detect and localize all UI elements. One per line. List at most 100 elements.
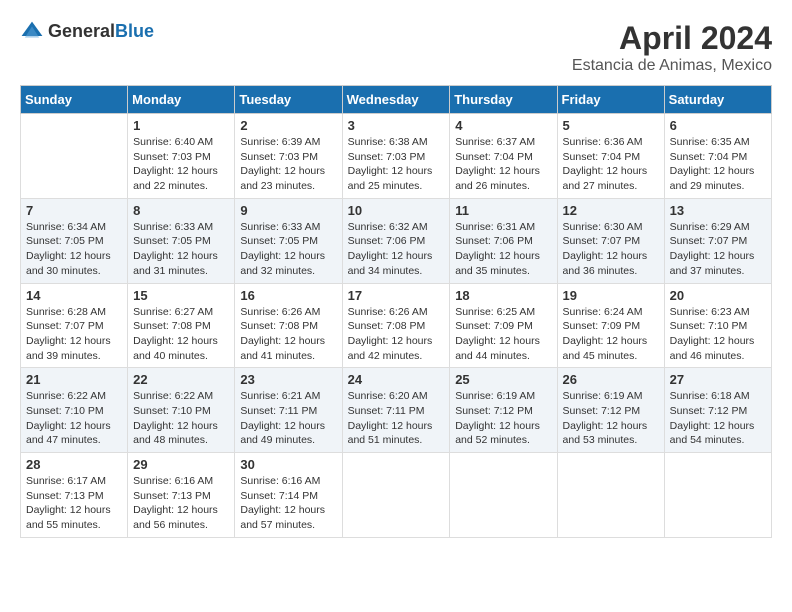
day-number: 16 <box>240 288 336 303</box>
day-info: Sunrise: 6:37 AMSunset: 7:04 PMDaylight:… <box>455 135 551 194</box>
calendar-cell: 29 Sunrise: 6:16 AMSunset: 7:13 PMDayligh… <box>128 453 235 538</box>
day-info: Sunrise: 6:36 AMSunset: 7:04 PMDaylight:… <box>563 135 659 194</box>
calendar-cell: 11Sunrise: 6:31 AMSunset: 7:06 PMDayligh… <box>450 198 557 283</box>
day-info: Sunrise: 6:39 AMSunset: 7:03 PMDaylight:… <box>240 135 336 194</box>
calendar-header-row: SundayMondayTuesdayWednesdayThursdayFrid… <box>21 86 772 114</box>
day-number: 15 <box>133 288 229 303</box>
calendar-cell: 4 Sunrise: 6:37 AMSunset: 7:04 PMDaylight… <box>450 114 557 199</box>
day-info: Sunrise: 6:29 AMSunset: 7:07 PMDaylight:… <box>670 220 766 279</box>
day-number: 4 <box>455 118 551 133</box>
day-info: Sunrise: 6:30 AMSunset: 7:07 PMDaylight:… <box>563 220 659 279</box>
calendar-cell: 30 Sunrise: 6:16 AMSunset: 7:14 PMDayligh… <box>235 453 342 538</box>
day-info: Sunrise: 6:40 AMSunset: 7:03 PMDaylight:… <box>133 135 229 194</box>
day-number: 10 <box>348 203 445 218</box>
day-info: Sunrise: 6:31 AMSunset: 7:06 PMDaylight:… <box>455 220 551 279</box>
calendar-week-row: 7 Sunrise: 6:34 AMSunset: 7:05 PMDaylight… <box>21 198 772 283</box>
day-info: Sunrise: 6:21 AMSunset: 7:11 PMDaylight:… <box>240 389 336 448</box>
calendar-cell: 1 Sunrise: 6:40 AMSunset: 7:03 PMDaylight… <box>128 114 235 199</box>
calendar-cell <box>342 453 450 538</box>
calendar-table: SundayMondayTuesdayWednesdayThursdayFrid… <box>20 85 772 538</box>
day-number: 1 <box>133 118 229 133</box>
calendar-cell: 15 Sunrise: 6:27 AMSunset: 7:08 PMDayligh… <box>128 283 235 368</box>
logo-icon <box>20 20 44 44</box>
logo-text-blue: Blue <box>115 21 154 41</box>
day-info: Sunrise: 6:34 AMSunset: 7:05 PMDaylight:… <box>26 220 122 279</box>
day-number: 30 <box>240 457 336 472</box>
calendar-cell: 18Sunrise: 6:25 AMSunset: 7:09 PMDayligh… <box>450 283 557 368</box>
day-info: Sunrise: 6:23 AMSunset: 7:10 PMDaylight:… <box>670 305 766 364</box>
calendar-cell: 3 Sunrise: 6:38 AMSunset: 7:03 PMDaylight… <box>342 114 450 199</box>
day-number: 27 <box>670 372 766 387</box>
day-number: 12 <box>563 203 659 218</box>
calendar-header-friday: Friday <box>557 86 664 114</box>
day-number: 17 <box>348 288 445 303</box>
day-number: 7 <box>26 203 122 218</box>
day-number: 28 <box>26 457 122 472</box>
calendar-week-row: 1 Sunrise: 6:40 AMSunset: 7:03 PMDaylight… <box>21 114 772 199</box>
calendar-week-row: 21 Sunrise: 6:22 AMSunset: 7:10 PMDayligh… <box>21 368 772 453</box>
day-info: Sunrise: 6:22 AMSunset: 7:10 PMDaylight:… <box>133 389 229 448</box>
calendar-cell: 8Sunrise: 6:33 AMSunset: 7:05 PMDaylight… <box>128 198 235 283</box>
day-number: 29 <box>133 457 229 472</box>
day-info: Sunrise: 6:26 AMSunset: 7:08 PMDaylight:… <box>240 305 336 364</box>
day-number: 9 <box>240 203 336 218</box>
calendar-cell: 23 Sunrise: 6:21 AMSunset: 7:11 PMDayligh… <box>235 368 342 453</box>
calendar-cell: 19Sunrise: 6:24 AMSunset: 7:09 PMDayligh… <box>557 283 664 368</box>
day-info: Sunrise: 6:33 AMSunset: 7:05 PMDaylight:… <box>240 220 336 279</box>
calendar-cell: 27 Sunrise: 6:18 AMSunset: 7:12 PMDayligh… <box>664 368 771 453</box>
day-info: Sunrise: 6:20 AMSunset: 7:11 PMDaylight:… <box>348 389 445 448</box>
logo: GeneralBlue <box>20 20 154 44</box>
calendar-cell: 12 Sunrise: 6:30 AMSunset: 7:07 PMDayligh… <box>557 198 664 283</box>
day-info: Sunrise: 6:24 AMSunset: 7:09 PMDaylight:… <box>563 305 659 364</box>
day-info: Sunrise: 6:35 AMSunset: 7:04 PMDaylight:… <box>670 135 766 194</box>
calendar-header-monday: Monday <box>128 86 235 114</box>
calendar-cell: 16 Sunrise: 6:26 AMSunset: 7:08 PMDayligh… <box>235 283 342 368</box>
day-number: 22 <box>133 372 229 387</box>
calendar-cell: 17 Sunrise: 6:26 AMSunset: 7:08 PMDayligh… <box>342 283 450 368</box>
month-title: April 2024 <box>572 20 772 57</box>
title-area: April 2024 Estancia de Animas, Mexico <box>572 20 772 75</box>
calendar-header-saturday: Saturday <box>664 86 771 114</box>
day-number: 6 <box>670 118 766 133</box>
calendar-week-row: 14 Sunrise: 6:28 AMSunset: 7:07 PMDayligh… <box>21 283 772 368</box>
calendar-cell: 14 Sunrise: 6:28 AMSunset: 7:07 PMDayligh… <box>21 283 128 368</box>
calendar-cell: 21 Sunrise: 6:22 AMSunset: 7:10 PMDayligh… <box>21 368 128 453</box>
calendar-header-wednesday: Wednesday <box>342 86 450 114</box>
calendar-cell: 9 Sunrise: 6:33 AMSunset: 7:05 PMDaylight… <box>235 198 342 283</box>
day-number: 20 <box>670 288 766 303</box>
calendar-cell <box>664 453 771 538</box>
calendar-cell: 20 Sunrise: 6:23 AMSunset: 7:10 PMDayligh… <box>664 283 771 368</box>
calendar-cell: 2 Sunrise: 6:39 AMSunset: 7:03 PMDaylight… <box>235 114 342 199</box>
day-number: 18 <box>455 288 551 303</box>
calendar-cell: 25Sunrise: 6:19 AMSunset: 7:12 PMDayligh… <box>450 368 557 453</box>
day-info: Sunrise: 6:16 AMSunset: 7:13 PMDaylight:… <box>133 474 229 533</box>
day-number: 21 <box>26 372 122 387</box>
day-info: Sunrise: 6:18 AMSunset: 7:12 PMDaylight:… <box>670 389 766 448</box>
calendar-cell: 28 Sunrise: 6:17 AMSunset: 7:13 PMDayligh… <box>21 453 128 538</box>
day-info: Sunrise: 6:22 AMSunset: 7:10 PMDaylight:… <box>26 389 122 448</box>
day-info: Sunrise: 6:28 AMSunset: 7:07 PMDaylight:… <box>26 305 122 364</box>
calendar-cell: 13 Sunrise: 6:29 AMSunset: 7:07 PMDayligh… <box>664 198 771 283</box>
day-number: 2 <box>240 118 336 133</box>
day-info: Sunrise: 6:32 AMSunset: 7:06 PMDaylight:… <box>348 220 445 279</box>
day-info: Sunrise: 6:26 AMSunset: 7:08 PMDaylight:… <box>348 305 445 364</box>
calendar-cell <box>557 453 664 538</box>
calendar-cell: 7 Sunrise: 6:34 AMSunset: 7:05 PMDaylight… <box>21 198 128 283</box>
day-number: 3 <box>348 118 445 133</box>
day-info: Sunrise: 6:16 AMSunset: 7:14 PMDaylight:… <box>240 474 336 533</box>
calendar-cell <box>21 114 128 199</box>
calendar-week-row: 28 Sunrise: 6:17 AMSunset: 7:13 PMDayligh… <box>21 453 772 538</box>
day-number: 24 <box>348 372 445 387</box>
day-number: 13 <box>670 203 766 218</box>
day-number: 23 <box>240 372 336 387</box>
day-info: Sunrise: 6:17 AMSunset: 7:13 PMDaylight:… <box>26 474 122 533</box>
day-number: 8 <box>133 203 229 218</box>
calendar-header-thursday: Thursday <box>450 86 557 114</box>
page-header: GeneralBlue April 2024 Estancia de Anima… <box>20 20 772 75</box>
calendar-header-tuesday: Tuesday <box>235 86 342 114</box>
location-title: Estancia de Animas, Mexico <box>572 57 772 75</box>
day-number: 5 <box>563 118 659 133</box>
day-info: Sunrise: 6:27 AMSunset: 7:08 PMDaylight:… <box>133 305 229 364</box>
day-info: Sunrise: 6:38 AMSunset: 7:03 PMDaylight:… <box>348 135 445 194</box>
day-number: 14 <box>26 288 122 303</box>
